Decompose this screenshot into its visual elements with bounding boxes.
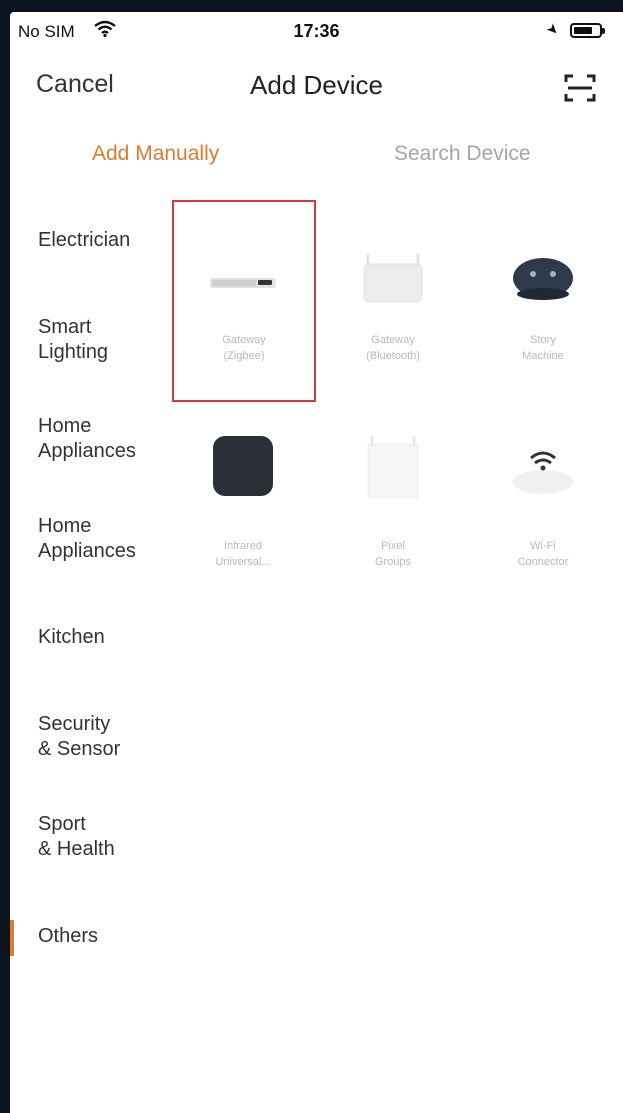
sidebar-item-security-sensor[interactable]: Security & Sensor	[38, 712, 120, 762]
device-label: Gateway (Bluetooth)	[366, 334, 420, 362]
device-bluetooth-gateway[interactable]: Gateway (Bluetooth)	[322, 200, 464, 400]
tab-search-device[interactable]: Search Device	[394, 142, 531, 166]
sidebar-item-smart-lighting[interactable]: Smart Lighting	[38, 315, 108, 365]
wifi-connector-icon	[472, 430, 614, 500]
sidebar-item-kitchen[interactable]: Kitchen	[38, 625, 105, 650]
device-label: Infrared Universal...	[215, 540, 271, 568]
app-screen: No SIM 17:36 ➤ Cancel Add Device Add Man…	[10, 12, 623, 1113]
device-pixel-groups[interactable]: Pixel Groups	[322, 420, 464, 620]
device-story-machine[interactable]: Story Machine	[472, 200, 614, 400]
scan-icon[interactable]	[558, 68, 602, 108]
device-infrared-universal[interactable]: Infrared Universal...	[172, 420, 314, 620]
sidebar-item-electrician[interactable]: Electrician	[38, 228, 130, 253]
device-label: Pixel Groups	[374, 540, 412, 568]
active-category-indicator	[10, 920, 14, 956]
sidebar-item-home-appliances-2[interactable]: Home Appliances	[38, 514, 136, 564]
story-machine-icon	[472, 244, 614, 314]
sidebar-item-home-appliances[interactable]: Home Appliances	[38, 414, 136, 464]
bluetooth-gateway-icon	[322, 244, 464, 314]
zigbee-gateway-icon	[174, 246, 314, 316]
battery-icon	[570, 23, 605, 38]
sidebar-item-others[interactable]: Others	[38, 924, 98, 949]
sidebar-item-sport-health[interactable]: Sport & Health	[38, 812, 115, 862]
pixel-groups-icon	[322, 430, 464, 500]
device-wifi-connector[interactable]: Wi-Fi Connector	[472, 420, 614, 620]
device-label: Wi-Fi Connector	[517, 540, 569, 568]
device-label: Gateway (Zigbee)	[222, 334, 266, 362]
device-zigbee-gateway[interactable]: Gateway (Zigbee)	[172, 200, 316, 402]
device-label: Story Machine	[522, 334, 564, 362]
category-sidebar: Electrician Smart Lighting Home Applianc…	[10, 12, 170, 1113]
infrared-remote-icon	[172, 430, 314, 500]
